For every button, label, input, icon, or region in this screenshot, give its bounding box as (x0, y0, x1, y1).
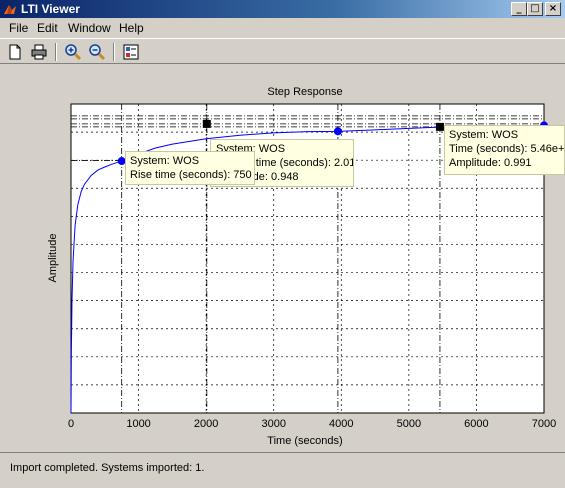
window-title: LTI Viewer (21, 2, 80, 16)
y-axis-label: Amplitude (47, 234, 59, 283)
menu-window[interactable]: Window (68, 21, 111, 35)
x-tick-label: 4000 (329, 418, 353, 430)
maximize-icon: □ (530, 3, 540, 14)
datatip-line: System: WOS (449, 129, 519, 141)
title-bar: LTI Viewer _ □ × (0, 0, 565, 18)
x-tick-label: 1000 (126, 418, 150, 430)
settling-marker[interactable] (333, 127, 342, 136)
step-response-plot[interactable]: Step Response 0 1000 2000 3000 4000 5000 6000 7… (0, 64, 565, 452)
x-tick-label: 7000 (532, 418, 556, 430)
x-tick-label: 6000 (464, 418, 488, 430)
minimize-icon: _ (516, 3, 522, 14)
datatip-line: System: WOS (130, 155, 200, 167)
datatip-line: Rise time (seconds): 750 (130, 169, 252, 181)
close-icon: × (548, 3, 558, 14)
maximize-button[interactable]: □ (527, 2, 543, 16)
status-text: Import completed. Systems imported: 1. (10, 462, 205, 474)
close-button[interactable]: × (545, 2, 561, 16)
menu-help[interactable]: Help (119, 21, 144, 35)
plot-title: Step Response (267, 86, 342, 98)
plot-configurations-icon[interactable] (121, 42, 141, 62)
x-axis-label: Time (seconds) (267, 435, 342, 447)
x-tick-label: 3000 (261, 418, 285, 430)
datatip-anchor-marker[interactable] (435, 122, 444, 131)
new-file-icon[interactable] (5, 42, 25, 62)
status-bar: Import completed. Systems imported: 1. (0, 452, 565, 488)
zoom-in-icon[interactable] (63, 42, 83, 62)
toolbar-separator (55, 43, 57, 61)
print-icon[interactable] (29, 42, 49, 62)
matlab-logo-icon (4, 5, 16, 14)
datatip-line: Amplitude: 0.991 (449, 157, 532, 169)
datatip-line: Time (seconds): 5.46e+003 (449, 143, 565, 155)
datatip-anchor-marker[interactable] (202, 119, 211, 128)
x-tick-label: 2000 (194, 418, 218, 430)
toolbar-separator (113, 43, 115, 61)
datatip-rise-time[interactable]: System: WOS Rise time (seconds): 750 (125, 151, 255, 185)
x-tick-labels: 0 1000 2000 3000 4000 5000 6000 7000 (68, 418, 556, 430)
menu-file[interactable]: File (9, 21, 28, 35)
x-tick-label: 5000 (397, 418, 421, 430)
datatip-peak[interactable]: System: WOS Time (seconds): 5.46e+003 Am… (444, 125, 565, 175)
menu-edit[interactable]: Edit (37, 21, 58, 35)
menu-bar: File Edit Window Help (0, 18, 565, 38)
toolbar (0, 38, 565, 64)
x-tick-label: 0 (68, 418, 74, 430)
minimize-button[interactable]: _ (511, 2, 527, 16)
zoom-out-icon[interactable] (87, 42, 107, 62)
